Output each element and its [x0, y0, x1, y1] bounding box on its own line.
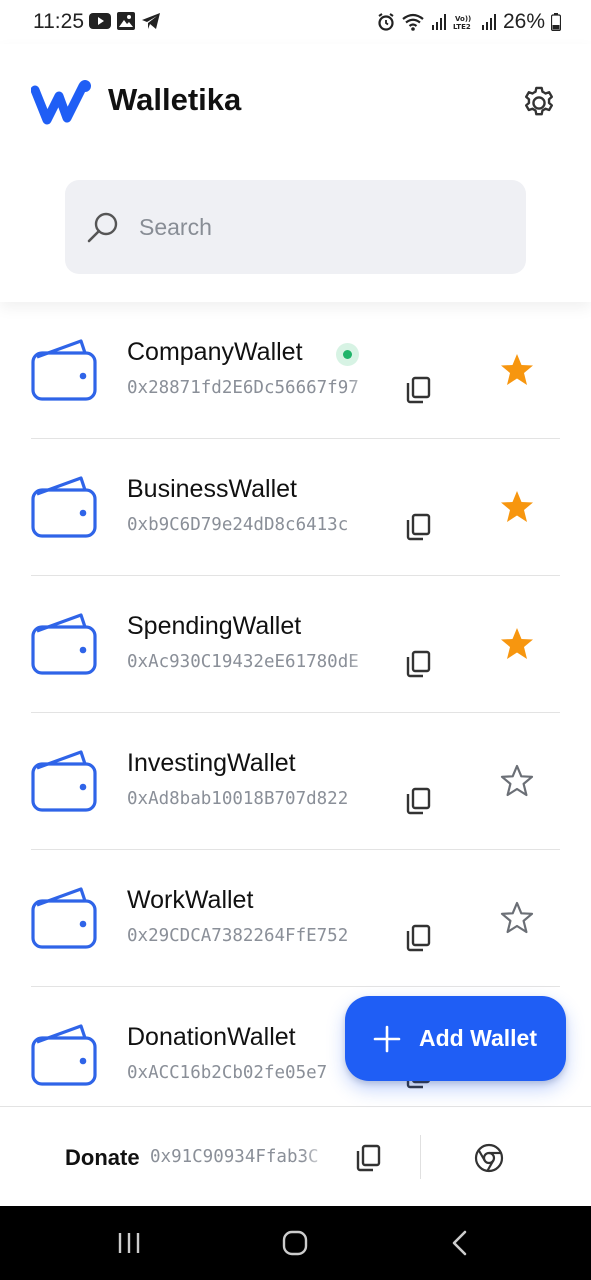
status-notification-icons — [89, 12, 161, 30]
wallet-row-business[interactable]: BusinessWallet 0xb9C6D79e24dD8c6413c — [31, 439, 560, 576]
telegram-icon — [142, 13, 160, 29]
wallet-name: SpendingWallet — [127, 612, 302, 640]
donate-bar: Donate 0x91C90934Ffab3C — [0, 1106, 591, 1206]
wallet-icon — [31, 339, 97, 401]
wallet-name: CompanyWallet — [127, 338, 303, 366]
star-filled-icon[interactable] — [499, 352, 535, 388]
wallet-icon — [31, 613, 97, 675]
plus-icon — [373, 1025, 401, 1052]
volte-icon: Vo))LTE2 — [453, 15, 471, 31]
wallet-name: BusinessWallet — [127, 475, 297, 503]
wifi-icon — [402, 13, 424, 31]
search-input[interactable] — [139, 213, 479, 241]
donate-address: 0x91C90934Ffab3C — [150, 1147, 332, 1167]
copy-icon[interactable] — [405, 787, 431, 815]
search-bar[interactable] — [65, 180, 526, 274]
status-time: 11:25 — [33, 10, 84, 33]
copy-icon[interactable] — [405, 513, 431, 541]
wallet-address: 0xAc930C19432eE61780dE — [127, 652, 381, 672]
back-icon[interactable] — [450, 1230, 470, 1256]
walletika-logo-icon — [31, 80, 91, 125]
wallet-icon — [31, 887, 97, 949]
battery-icon — [551, 13, 561, 31]
copy-icon[interactable] — [355, 1144, 381, 1172]
copy-icon[interactable] — [405, 650, 431, 678]
wallet-icon — [31, 476, 97, 538]
donate-label: Donate — [65, 1145, 140, 1170]
connected-status-dot — [336, 343, 359, 366]
add-wallet-label: Add Wallet — [419, 1025, 537, 1051]
wallet-name: InvestingWallet — [127, 749, 296, 777]
alarm-icon — [378, 13, 394, 31]
wallet-row-spending[interactable]: SpendingWallet 0xAc930C19432eE61780dE — [31, 576, 560, 713]
status-system-icons: Vo)) LTE2 26% — [377, 10, 561, 34]
star-outline-icon[interactable] — [499, 763, 535, 799]
copy-icon[interactable] — [405, 376, 431, 404]
wallet-list[interactable]: CompanyWallet 0x28871fd2E6Dc56667f97 Bus… — [0, 302, 591, 1106]
home-icon[interactable] — [282, 1230, 308, 1256]
wallet-row-investing[interactable]: InvestingWallet 0xAd8bab10018B707d822 — [31, 713, 560, 850]
divider — [420, 1135, 421, 1179]
gear-icon[interactable] — [520, 84, 558, 122]
star-filled-icon[interactable] — [499, 626, 535, 662]
battery-percent: 26% — [502, 10, 545, 33]
search-icon — [87, 212, 118, 243]
add-wallet-button[interactable]: Add Wallet — [345, 996, 566, 1081]
wallet-row-company[interactable]: CompanyWallet 0x28871fd2E6Dc56667f97 — [31, 302, 560, 439]
youtube-icon — [89, 13, 111, 29]
wallet-icon — [31, 1024, 97, 1086]
svg-text:Vo)): Vo)) — [455, 15, 471, 23]
system-nav-bar — [0, 1206, 591, 1280]
wallet-name: WorkWallet — [127, 886, 254, 914]
wallet-address: 0x29CDCA7382264FfE752 — [127, 926, 381, 946]
wallet-address: 0xb9C6D79e24dD8c6413c — [127, 515, 381, 535]
star-outline-icon[interactable] — [499, 900, 535, 936]
wallet-row-work[interactable]: WorkWallet 0x29CDCA7382264FfE752 — [31, 850, 560, 987]
signal-icon — [431, 14, 446, 30]
wallet-icon — [31, 750, 97, 812]
app-header: Walletika — [0, 44, 591, 302]
svg-text:LTE2: LTE2 — [453, 23, 471, 31]
status-bar: 11:25 Vo)) LTE2 26% — [0, 0, 591, 44]
wallet-address: 0xAd8bab10018B707d822 — [127, 789, 381, 809]
star-filled-icon[interactable] — [499, 489, 535, 525]
app-title: Walletika — [108, 82, 242, 117]
wallet-name: DonationWallet — [127, 1023, 296, 1051]
recent-apps-icon[interactable] — [116, 1230, 142, 1256]
wallet-address: 0x28871fd2E6Dc56667f97 — [127, 378, 381, 398]
wallet-address: 0xACC16b2Cb02fe05e7 — [127, 1063, 381, 1083]
copy-icon[interactable] — [405, 924, 431, 952]
signal-icon-2 — [481, 14, 496, 30]
gallery-icon — [117, 12, 135, 30]
chrome-icon[interactable] — [474, 1143, 504, 1173]
